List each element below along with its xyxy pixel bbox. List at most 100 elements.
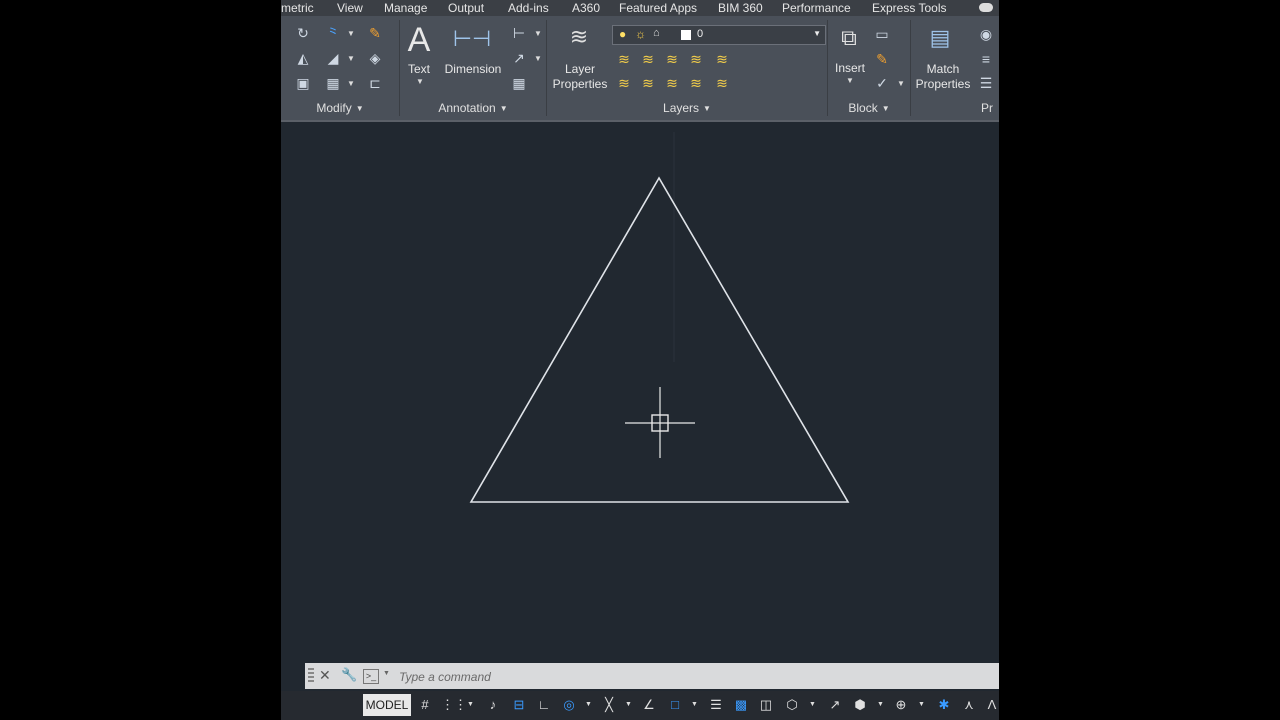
command-input[interactable] — [397, 667, 981, 687]
3d-object-snap-icon[interactable]: ⬡ — [784, 696, 800, 714]
match-properties-icon[interactable]: ▤ — [926, 24, 954, 52]
insert-block-icon[interactable]: ⧉ — [834, 24, 864, 52]
tab-express-tools[interactable]: Express Tools — [872, 0, 946, 16]
mirror-icon[interactable]: ◭ — [294, 50, 312, 66]
infer-constraints-icon[interactable]: ♪ — [485, 696, 501, 714]
lineweight-toggle-icon[interactable]: ☰ — [708, 696, 724, 714]
tab-manage[interactable]: Manage — [384, 0, 427, 16]
text-icon[interactable]: A — [405, 22, 433, 58]
tab-bim-360[interactable]: BIM 360 — [718, 0, 763, 16]
layer-walk-icon[interactable]: ≋ — [713, 51, 731, 67]
layer-properties-label-2: Properties — [552, 77, 608, 91]
selection-cycling-icon[interactable]: ◫ — [758, 696, 774, 714]
chevron-down-icon[interactable]: ▼ — [846, 76, 854, 85]
chevron-down-icon[interactable]: ▼ — [347, 29, 355, 38]
rotate-icon[interactable]: ↻ — [294, 25, 312, 41]
create-block-icon[interactable]: ▭ — [873, 26, 891, 42]
object-snap-tracking-icon[interactable]: ∠ — [641, 696, 657, 714]
leader-icon[interactable]: ↗ — [510, 50, 528, 66]
transparency-icon[interactable]: ▩ — [733, 696, 749, 714]
tab-add-ins[interactable]: Add-ins — [508, 0, 549, 16]
gizmo-icon[interactable]: ⬢ — [852, 696, 868, 714]
layer-off-icon[interactable]: ≋ — [615, 51, 633, 67]
modify-label: Modify — [316, 101, 352, 115]
annotation-scale-icon[interactable]: Λ — [984, 696, 999, 714]
properties-panel-title[interactable]: Pr — [981, 100, 999, 116]
chevron-down-icon[interactable]: ▼ — [585, 701, 592, 708]
erase-icon[interactable]: ✎ — [366, 25, 384, 41]
layer-match-icon[interactable]: ≋ — [713, 75, 731, 91]
explode-icon[interactable]: ◈ — [366, 50, 384, 66]
block-panel-title[interactable]: Block ▼ — [828, 100, 910, 116]
tab-output[interactable]: Output — [448, 0, 484, 16]
tab-a360[interactable]: A360 — [572, 0, 600, 16]
table-icon[interactable]: ▦ — [510, 75, 528, 91]
fillet-icon[interactable]: ◢ — [324, 50, 342, 66]
layer-properties-icon[interactable]: ≋ — [564, 24, 594, 50]
layer-on-icon[interactable]: ≋ — [615, 75, 633, 91]
linetype-icon[interactable]: ☰ — [977, 75, 995, 91]
dynamic-input-icon[interactable]: ⊟ — [511, 696, 527, 714]
block-attribute-icon[interactable]: ✓ — [873, 75, 891, 91]
layers-panel-title[interactable]: Layers ▼ — [547, 100, 827, 116]
chevron-down-icon[interactable]: ▼ — [416, 77, 424, 86]
layer-properties-button[interactable]: Layer Properties — [549, 62, 611, 92]
grid-icon[interactable]: # — [417, 696, 433, 714]
ribbon-toggle-icon[interactable] — [979, 3, 993, 12]
stretch-icon[interactable]: ▣ — [294, 75, 312, 91]
snap-grid-icon[interactable]: ⋮⋮ — [441, 696, 467, 714]
panel-divider — [910, 20, 911, 116]
lineweight-icon[interactable]: ≡ — [977, 51, 995, 67]
chevron-down-icon[interactable]: ▼ — [383, 670, 390, 677]
chevron-down-icon[interactable]: ▼ — [625, 701, 632, 708]
color-wheel-icon[interactable]: ◉ — [977, 26, 995, 42]
edit-block-icon[interactable]: ✎ — [873, 51, 891, 67]
chevron-down-icon[interactable]: ▼ — [534, 54, 542, 63]
linear-dimension-icon[interactable]: ⊢ — [510, 25, 528, 41]
chevron-down-icon[interactable]: ▼ — [809, 701, 816, 708]
close-icon[interactable]: ✕ — [319, 667, 331, 684]
dimension-icon[interactable]: ⊢⊣ — [453, 24, 491, 54]
tab-parametric[interactable]: metric — [281, 0, 314, 16]
insert-button[interactable]: Insert — [830, 61, 870, 76]
layer-thaw-icon[interactable]: ≋ — [663, 75, 681, 91]
chevron-down-icon[interactable]: ▼ — [534, 29, 542, 38]
match-properties-button[interactable]: Match Properties — [913, 62, 973, 92]
chevron-down-icon[interactable]: ▼ — [467, 701, 474, 708]
text-button[interactable]: Text — [401, 62, 437, 77]
layer-unlock-icon[interactable]: ≋ — [687, 75, 705, 91]
layer-unisolate-icon[interactable]: ≋ — [639, 75, 657, 91]
layer-freeze-icon[interactable]: ≋ — [663, 51, 681, 67]
annotation-visibility-icon[interactable]: ✱ — [936, 696, 952, 714]
dynamic-ucs-icon[interactable]: ↗ — [827, 696, 843, 714]
drawing-canvas[interactable] — [281, 122, 999, 663]
polar-tracking-icon[interactable]: ◎ — [561, 696, 577, 714]
layer-lock-icon[interactable]: ≋ — [687, 51, 705, 67]
modify-panel-title[interactable]: Modify ▼ — [281, 100, 399, 116]
chevron-down-icon[interactable]: ▼ — [347, 54, 355, 63]
chevron-down-icon[interactable]: ▼ — [877, 701, 884, 708]
tab-featured-apps[interactable]: Featured Apps — [619, 0, 697, 16]
chevron-down-icon[interactable]: ▼ — [918, 701, 925, 708]
array-icon[interactable]: ▦ — [324, 75, 342, 91]
dimension-button[interactable]: Dimension — [441, 62, 505, 77]
annotation-monitor-icon[interactable]: ⊕ — [893, 696, 909, 714]
auto-scale-icon[interactable]: ⋏ — [961, 696, 977, 714]
ortho-icon[interactable]: ∟ — [536, 696, 552, 714]
tab-view[interactable]: View — [337, 0, 363, 16]
isometric-icon[interactable]: ╳ — [601, 696, 617, 714]
tab-performance[interactable]: Performance — [782, 0, 851, 16]
trim-icon[interactable]: ⺀ — [324, 25, 342, 41]
layer-dropdown[interactable]: ● ☼ ⌂ 0 ▼ — [612, 25, 826, 45]
drag-handle-icon[interactable] — [308, 668, 314, 684]
chevron-down-icon[interactable]: ▼ — [897, 79, 905, 88]
layer-isolate-icon[interactable]: ≋ — [639, 51, 657, 67]
command-prompt-icon[interactable]: >_ — [363, 669, 379, 684]
chevron-down-icon[interactable]: ▼ — [347, 79, 355, 88]
offset-icon[interactable]: ⊏ — [366, 75, 384, 91]
chevron-down-icon[interactable]: ▼ — [691, 701, 698, 708]
annotation-panel-title[interactable]: Annotation ▼ — [400, 100, 546, 116]
wrench-icon[interactable]: 🔧 — [341, 667, 357, 683]
object-snap-icon[interactable]: □ — [667, 696, 683, 714]
model-space-button[interactable]: MODEL — [363, 694, 411, 716]
